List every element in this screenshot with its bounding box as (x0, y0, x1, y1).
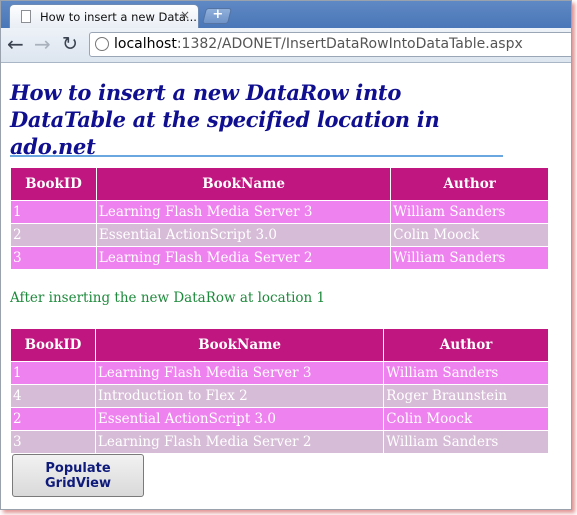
cell-bookid: 2 (10, 223, 97, 247)
cell-bookid: 1 (10, 361, 96, 385)
column-header: BookName (94, 328, 385, 362)
cell-author: Colin Moock (390, 223, 549, 247)
table-row: 3 Learning Flash Media Server 2 William … (10, 246, 549, 270)
cell-author: William Sanders (383, 430, 549, 454)
table-row: 3 Learning Flash Media Server 2 William … (10, 430, 549, 454)
table-row: 1 Learning Flash Media Server 3 William … (10, 200, 549, 224)
cell-bookname: Introduction to Flex 2 (94, 384, 385, 408)
cell-bookid: 3 (10, 430, 96, 454)
reload-icon[interactable]: ↻ (62, 34, 78, 54)
cell-bookid: 2 (10, 407, 96, 431)
books-grid-after: BookID BookName Author 1 Learning Flash … (10, 328, 549, 454)
back-arrow-icon[interactable]: ← (7, 34, 24, 54)
browser-toolbar: ← → ↻ localhost:1382/ADONET/InsertDataRo… (1, 28, 571, 63)
cell-author: William Sanders (383, 361, 549, 385)
populate-gridview-button[interactable]: Populate GridView (12, 454, 144, 497)
url-text: localhost:1382/ADONET/InsertDataRowIntoD… (114, 36, 523, 52)
close-tab-icon[interactable]: × (180, 8, 190, 22)
cell-bookname: Learning Flash Media Server 2 (94, 430, 385, 454)
column-header: Author (383, 328, 549, 362)
address-bar[interactable]: localhost:1382/ADONET/InsertDataRowIntoD… (89, 32, 571, 57)
cell-bookid: 4 (10, 384, 96, 408)
column-header: BookName (95, 167, 392, 201)
column-header: Author (390, 167, 549, 201)
cell-bookid: 1 (10, 200, 97, 224)
cell-bookname: Essential ActionScript 3.0 (95, 223, 392, 247)
books-grid-before: BookID BookName Author 1 Learning Flash … (10, 167, 549, 270)
url-path: :1382/ADONET/InsertDataRowIntoDataTable.… (176, 36, 523, 52)
plus-icon: + (212, 7, 224, 22)
table-row: 4 Introduction to Flex 2 Roger Braunstei… (10, 384, 549, 408)
tab-strip: How to insert a new Data... × + (1, 1, 571, 28)
page-title-line2: DataTable at the specified location in a… (10, 107, 440, 159)
cell-bookid: 3 (10, 246, 97, 270)
status-message: After inserting the new DataRow at locat… (10, 290, 326, 306)
cell-bookname: Essential ActionScript 3.0 (94, 407, 385, 431)
browser-window: How to insert a new Data... × + ← → ↻ lo… (0, 0, 572, 510)
url-host: localhost (114, 36, 177, 52)
cell-bookname: Learning Flash Media Server 3 (95, 200, 392, 224)
new-tab-button[interactable]: + (202, 7, 232, 24)
divider (10, 155, 503, 157)
globe-icon (95, 37, 109, 51)
cell-author: Colin Moock (383, 407, 549, 431)
cell-bookname: Learning Flash Media Server 3 (94, 361, 385, 385)
table-row: 2 Essential ActionScript 3.0 Colin Moock (10, 407, 549, 431)
table-row: 1 Learning Flash Media Server 3 William … (10, 361, 549, 385)
table-row: 2 Essential ActionScript 3.0 Colin Moock (10, 223, 549, 247)
column-header: BookID (10, 328, 96, 362)
page-title-line1: How to insert a new DataRow into (10, 80, 402, 105)
forward-arrow-icon[interactable]: → (34, 34, 51, 54)
header-row: BookID BookName Author (10, 167, 549, 201)
cell-author: William Sanders (390, 200, 549, 224)
cell-author: Roger Braunstein (383, 384, 549, 408)
page-title: How to insert a new DataRow into DataTab… (10, 79, 510, 160)
page-icon (21, 10, 31, 23)
column-header: BookID (10, 167, 97, 201)
cell-bookname: Learning Flash Media Server 2 (95, 246, 392, 270)
browser-tab[interactable]: How to insert a new Data... × (9, 4, 199, 28)
cell-author: William Sanders (390, 246, 549, 270)
header-row: BookID BookName Author (10, 328, 549, 362)
tab-title: How to insert a new Data... (40, 10, 197, 24)
